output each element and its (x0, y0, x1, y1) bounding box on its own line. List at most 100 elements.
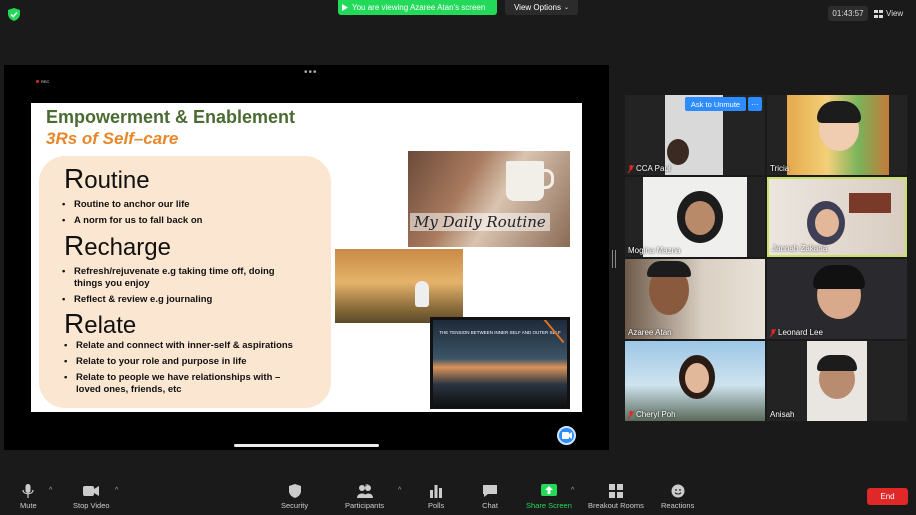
security-button[interactable]: Security (281, 484, 308, 510)
bullet-item: Refresh/rejuvenate e.g taking time off, … (62, 266, 304, 290)
routine-bullets: Routine to anchor our life A norm for us… (62, 199, 202, 231)
rec-label: REC (41, 79, 50, 84)
slide-subtitle: 3Rs of Self–care (46, 129, 179, 148)
bullet-item: Relate and connect with inner-self & asp… (64, 340, 298, 352)
recording-indicator: REC (36, 79, 49, 84)
more-options-button[interactable]: ··· (748, 97, 762, 111)
mic-muted-icon (628, 164, 634, 173)
panel-resize-handle[interactable] (612, 250, 616, 268)
horizontal-scrollbar[interactable] (234, 444, 379, 447)
participant-tile-active-speaker[interactable]: Jannah Zakaria (767, 177, 907, 257)
section-heading-recharge: Recharge (64, 230, 171, 261)
video-camera-icon[interactable] (557, 426, 576, 445)
mute-options-caret-icon[interactable]: ^ (49, 487, 52, 494)
security-shield-icon[interactable] (8, 8, 20, 21)
participant-name: Leonard Lee (770, 328, 823, 337)
meeting-toolbar (0, 476, 916, 515)
reactions-button[interactable]: Reactions (661, 484, 694, 510)
participant-tile[interactable]: Cheryl Poh (625, 341, 765, 421)
participant-name: Cheryl Poh (628, 410, 676, 419)
participant-hair (817, 355, 857, 371)
share-options-caret-icon[interactable]: ^ (571, 487, 574, 494)
section-heading-routine: Routine (64, 163, 150, 194)
participant-name: CCA Paul (628, 164, 671, 173)
grid-view-icon (874, 9, 883, 18)
mute-label: Mute (20, 501, 37, 510)
participant-hair (813, 265, 865, 289)
ask-to-unmute-button[interactable]: Ask to Unmute (685, 97, 746, 111)
reactions-label: Reactions (661, 501, 695, 510)
participant-tile[interactable]: Mogina Mazna (625, 177, 765, 257)
participant-head (685, 363, 709, 393)
share-screen-icon (540, 484, 557, 496)
participants-options-caret-icon[interactable]: ^ (398, 487, 401, 494)
view-options-label: View Options (513, 3, 561, 12)
viewing-screen-banner: You are viewing Azaree Atan's screen (338, 0, 497, 15)
participant-name: Mogina Mazna (628, 246, 681, 255)
mute-button[interactable]: Mute (20, 484, 37, 510)
viewing-screen-text: You are viewing Azaree Atan's screen (352, 3, 486, 12)
view-options-button[interactable]: View Options ⌄ (505, 0, 578, 15)
polls-button[interactable]: Polls (428, 484, 444, 510)
stop-video-label: Stop Video (73, 501, 110, 510)
coffee-cup-icon (506, 161, 554, 201)
daily-routine-caption: My Daily Routine (410, 213, 550, 231)
recharge-bullets: Refresh/rejuvenate e.g taking time off, … (62, 266, 304, 310)
bullet-item: Reflect & review e.g journaling (62, 294, 304, 306)
participant-tile[interactable]: Anisah (767, 341, 907, 421)
bullet-item: Relate to people we have relationships w… (64, 372, 298, 396)
participants-label: Participants (345, 501, 385, 510)
screen-share-indicator-icon (342, 4, 348, 11)
participant-head (667, 139, 689, 165)
participant-name: Jannah Zakaria (772, 244, 828, 253)
microphone-icon (22, 484, 34, 498)
mic-muted-icon (770, 328, 776, 337)
breakout-rooms-label: Breakout Rooms (588, 501, 644, 510)
bullet-item: Routine to anchor our life (62, 199, 202, 211)
presentation-slide: Empowerment & Enablement 3Rs of Self–car… (31, 103, 582, 412)
chat-button[interactable]: Chat (482, 484, 498, 510)
stop-video-button[interactable]: Stop Video (73, 484, 110, 510)
mic-muted-icon (628, 410, 634, 419)
bullet-item: A norm for us to fall back on (62, 215, 202, 227)
video-feed (625, 259, 765, 339)
slide-title: Empowerment & Enablement (46, 107, 296, 127)
participant-name: Azaree Atan (628, 328, 672, 337)
meditation-image (335, 249, 463, 323)
relate-bullets: Relate and connect with inner-self & asp… (64, 340, 298, 400)
video-options-caret-icon[interactable]: ^ (115, 487, 118, 494)
tension-caption: THE TENSION BETWEEN INNER SELF AND OUTER… (439, 330, 561, 335)
meditating-person-icon (415, 281, 429, 307)
participant-tile[interactable]: Leonard Lee (767, 259, 907, 339)
polls-label: Polls (428, 501, 445, 510)
participant-hair (817, 101, 861, 123)
end-meeting-button[interactable]: End (867, 488, 908, 505)
participant-tile[interactable]: Tricia (767, 95, 907, 175)
share-screen-button[interactable]: Share Screen (526, 484, 572, 510)
bar-chart-icon (430, 485, 443, 498)
view-layout-button[interactable]: View (874, 6, 903, 21)
view-label: View (886, 9, 904, 18)
participant-head (685, 201, 715, 235)
chat-bubble-icon (483, 485, 497, 497)
inner-outer-self-image: THE TENSION BETWEEN INNER SELF AND OUTER… (430, 317, 570, 409)
emoji-smile-icon (671, 484, 685, 498)
share-screen-label: Share Screen (526, 501, 572, 510)
wall-picture (849, 193, 891, 213)
daily-routine-image: My Daily Routine (408, 151, 570, 247)
breakout-rooms-button[interactable]: Breakout Rooms (588, 484, 644, 510)
drag-handle-icon[interactable]: ••• (304, 67, 318, 78)
video-camera-icon (83, 486, 100, 496)
security-label: Security (281, 501, 309, 510)
meeting-timer: 01:43:57 (828, 6, 868, 21)
participant-name: Tricia (770, 164, 790, 173)
participants-button[interactable]: 8 Participants (345, 484, 384, 510)
record-dot-icon (36, 80, 39, 83)
participant-name: Anisah (770, 410, 795, 419)
participant-hair (647, 261, 691, 277)
chevron-down-icon: ⌄ (563, 5, 570, 11)
participant-tile[interactable]: Azaree Atan (625, 259, 765, 339)
participants-count: 8 (365, 484, 369, 491)
chat-label: Chat (482, 501, 498, 510)
bullet-item: Relate to your role and purpose in life (64, 356, 298, 368)
